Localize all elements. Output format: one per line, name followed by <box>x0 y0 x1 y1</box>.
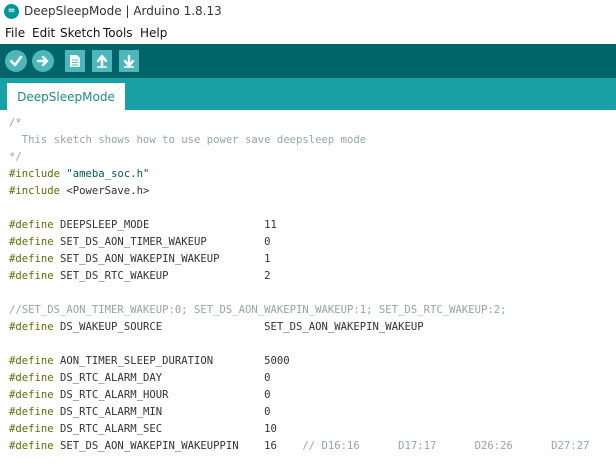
upload-button[interactable] <box>32 50 54 72</box>
code-token: #define <box>9 219 54 231</box>
code-token: #define <box>9 372 54 384</box>
open-button[interactable] <box>92 50 112 72</box>
code-token: AON_TIMER_SLEEP_DURATION 5000 <box>53 355 290 367</box>
code-token: "ameba_soc.h" <box>66 168 150 180</box>
code-token: #define <box>9 406 54 418</box>
code-line: //SET_DS_AON_TIMER_WAKEUP:0; SET_DS_AON_… <box>9 302 506 319</box>
code-token: <PowerSave.h> <box>60 185 150 197</box>
code-line: #define DS_WAKEUP_SOURCE SET_DS_AON_WAKE… <box>9 319 424 336</box>
code-token: #define <box>9 270 54 282</box>
menu-tools[interactable]: Tools <box>103 26 133 40</box>
code-token: This sketch shows how to use power save … <box>9 134 367 146</box>
code-token: DS_RTC_ALARM_SEC 10 <box>53 423 277 435</box>
verify-button[interactable] <box>5 50 27 72</box>
menu-bar: File Edit Sketch Tools Help <box>0 24 616 45</box>
tab-bar: DeepSleepMode <box>0 78 616 110</box>
code-token: DEEPSLEEP_MODE 11 <box>53 219 277 231</box>
code-token: #define <box>9 423 54 435</box>
code-token: */ <box>9 151 22 163</box>
code-line: #define DEEPSLEEP_MODE 11 <box>9 217 277 234</box>
code-token: #define <box>9 236 54 248</box>
arrow-right-icon <box>36 55 49 67</box>
code-token: // D16:16 D17:17 D26:26 D27:27 <box>302 440 590 452</box>
arrow-down-icon <box>123 54 135 68</box>
code-token: DS_RTC_ALARM_DAY 0 <box>53 372 271 384</box>
code-line: */ <box>9 149 22 166</box>
code-line: #define AON_TIMER_SLEEP_DURATION 5000 <box>9 353 290 370</box>
code-line: This sketch shows how to use power save … <box>9 132 366 149</box>
new-button[interactable] <box>65 50 85 72</box>
code-line: #define SET_DS_AON_WAKEPIN_WAKEUPPIN 16 … <box>9 438 589 455</box>
save-button[interactable] <box>119 50 139 72</box>
code-line: #include <PowerSave.h> <box>9 183 149 200</box>
code-token: #include <box>9 168 61 180</box>
code-line: #define DS_RTC_ALARM_HOUR 0 <box>9 387 271 404</box>
code-token: DS_RTC_ALARM_HOUR 0 <box>53 389 271 401</box>
code-editor[interactable]: /* This sketch shows how to use power sa… <box>0 110 616 466</box>
code-token: #define <box>9 321 54 333</box>
code-token: DS_WAKEUP_SOURCE SET_DS_AON_WAKEPIN_WAKE… <box>53 321 424 333</box>
window-title: DeepSleepMode | Arduino 1.8.13 <box>24 4 222 18</box>
code-token: DS_RTC_ALARM_MIN 0 <box>53 406 271 418</box>
tab-deepsleepmode[interactable]: DeepSleepMode <box>7 83 125 110</box>
code-token: SET_DS_AON_WAKEPIN_WAKEUPPIN 16 <box>53 440 303 452</box>
code-token: SET_DS_AON_WAKEPIN_WAKEUP 1 <box>53 253 271 265</box>
new-file-icon <box>70 55 80 67</box>
toolbar <box>0 44 616 78</box>
code-line: /* <box>9 115 22 132</box>
arrow-up-icon <box>96 54 108 68</box>
menu-edit[interactable]: Edit <box>32 26 55 40</box>
code-line: #define DS_RTC_ALARM_SEC 10 <box>9 421 277 438</box>
menu-help[interactable]: Help <box>140 26 167 40</box>
code-line: #define DS_RTC_ALARM_DAY 0 <box>9 370 271 387</box>
menu-sketch[interactable]: Sketch <box>60 26 100 40</box>
code-line: #define DS_RTC_ALARM_MIN 0 <box>9 404 271 421</box>
code-token: //SET_DS_AON_TIMER_WAKEUP:0; SET_DS_AON_… <box>9 304 507 316</box>
menu-file[interactable]: File <box>5 26 25 40</box>
code-line: #define SET_DS_AON_WAKEPIN_WAKEUP 1 <box>9 251 271 268</box>
code-token: /* <box>9 117 22 129</box>
title-bar: ∞ DeepSleepMode | Arduino 1.8.13 <box>0 0 616 24</box>
code-token: #define <box>9 440 54 452</box>
tab-label: DeepSleepMode <box>17 90 115 104</box>
code-token: SET_DS_AON_TIMER_WAKEUP 0 <box>53 236 271 248</box>
code-token: #define <box>9 389 54 401</box>
code-token: #define <box>9 253 54 265</box>
code-line: #define SET_DS_RTC_WAKEUP 2 <box>9 268 271 285</box>
code-token: #include <box>9 185 61 197</box>
code-token: SET_DS_RTC_WAKEUP 2 <box>53 270 271 282</box>
code-line: #include "ameba_soc.h" <box>9 166 149 183</box>
arduino-logo-icon: ∞ <box>4 4 19 19</box>
checkmark-icon <box>9 55 23 67</box>
code-token: #define <box>9 355 54 367</box>
code-line: #define SET_DS_AON_TIMER_WAKEUP 0 <box>9 234 271 251</box>
